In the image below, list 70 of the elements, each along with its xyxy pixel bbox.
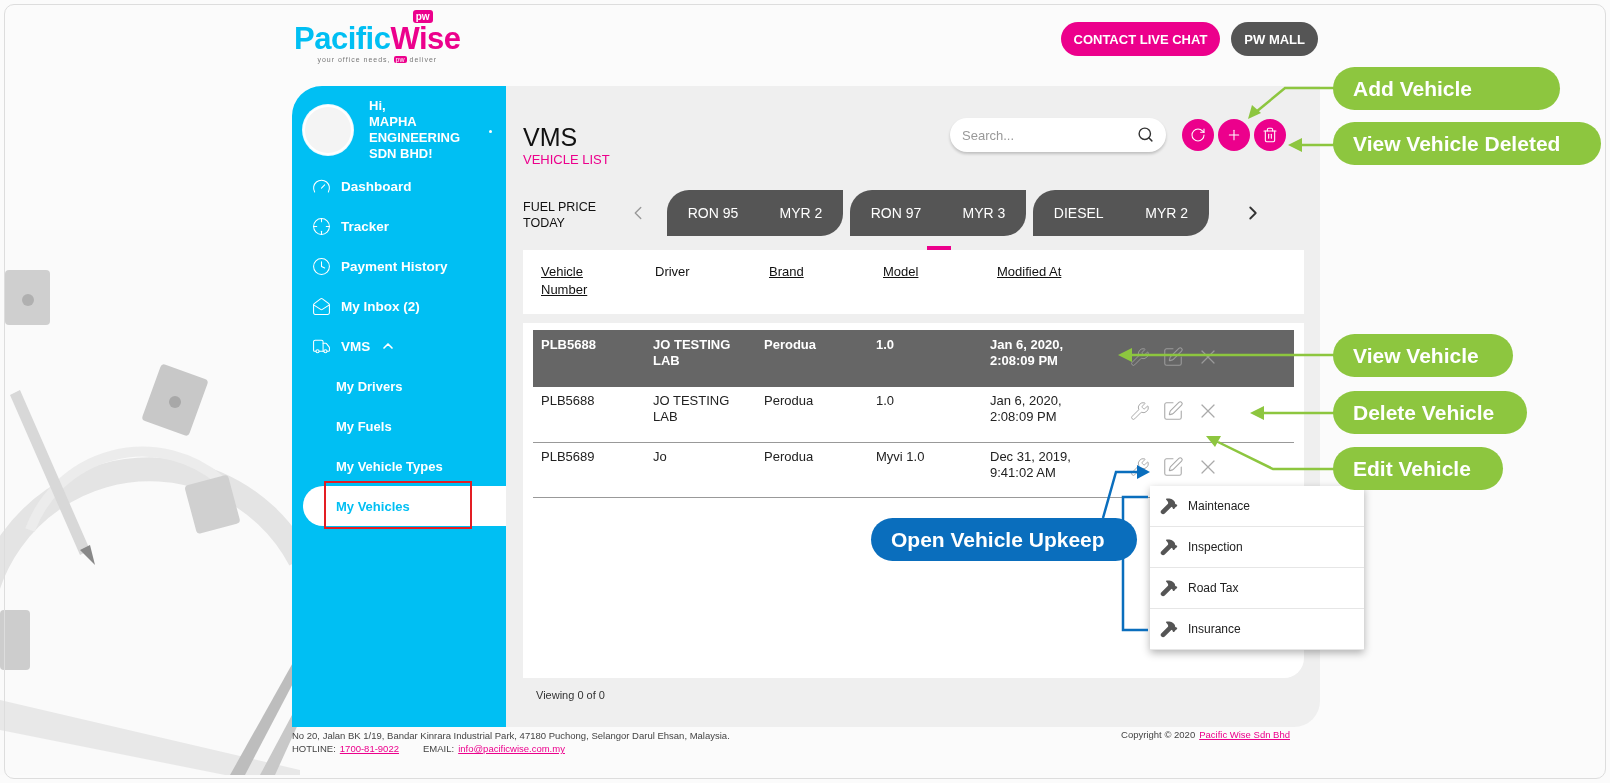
table-cell-text: Perodua bbox=[764, 392, 814, 409]
pointer-arrow bbox=[1101, 465, 1150, 519]
pointer-arrow bbox=[1288, 138, 1334, 152]
column-header[interactable]: Brand bbox=[769, 263, 804, 281]
wrench-icon[interactable] bbox=[1130, 457, 1150, 477]
callout-label: View Vehicle Deleted bbox=[1333, 122, 1601, 165]
column-header: Driver bbox=[655, 263, 690, 281]
nav-icon bbox=[312, 256, 331, 276]
copyright-text: Copyright © 2020 bbox=[1121, 729, 1196, 740]
column-header[interactable]: Vehicle Number bbox=[541, 263, 601, 299]
hammer-icon bbox=[1160, 538, 1178, 556]
hammer-icon bbox=[1160, 620, 1178, 638]
table-cell-text: JO TESTING LAB bbox=[653, 392, 731, 425]
callout-label: Add Vehicle bbox=[1333, 67, 1560, 110]
pagination-status: Viewing 0 of 0 bbox=[535, 689, 605, 701]
table-row[interactable]: PLB5688 JO TESTING LAB Perodua 1.0 Jan 6, 2020, 2:08:09 PM bbox=[533, 330, 1294, 387]
fuel-price-tab[interactable]: DIESEL MYR 2 bbox=[1033, 190, 1209, 236]
menu-item[interactable]: Road Tax bbox=[1150, 568, 1364, 609]
menu-item[interactable]: Insurance bbox=[1150, 609, 1364, 650]
greeting: Hi, MAPHA ENGINEERING SDN BHD! bbox=[369, 98, 461, 162]
table-cell-text: Jo bbox=[653, 448, 667, 465]
mall-button[interactable]: PW MALL bbox=[1231, 22, 1318, 56]
page-title: VMS bbox=[523, 122, 579, 152]
hammer-icon bbox=[1160, 497, 1178, 515]
trash-icon bbox=[1262, 127, 1278, 143]
company-link[interactable]: Pacific Wise Sdn Bhd bbox=[1199, 729, 1290, 740]
edit-icon[interactable] bbox=[1162, 456, 1184, 478]
hammer-icon bbox=[1160, 579, 1178, 597]
refresh-icon bbox=[1190, 127, 1206, 143]
fuel-price-label: FUEL PRICE TODAY bbox=[523, 199, 598, 231]
table-cell-text: Jan 6, 2020, 2:08:09 PM bbox=[990, 336, 1064, 369]
table-cell-text: 1.0 bbox=[876, 336, 895, 353]
nav-icon bbox=[312, 216, 331, 236]
hotline-label: HOTLINE: bbox=[292, 742, 336, 755]
callout-label: Delete Vehicle bbox=[1333, 391, 1527, 434]
fuel-price-tab[interactable]: RON 95 MYR 2 bbox=[667, 190, 843, 236]
hotline-link[interactable]: 1700-81-9022 bbox=[339, 742, 399, 755]
plus-icon bbox=[1226, 127, 1242, 143]
search-icon bbox=[1137, 126, 1154, 143]
table-cell-text: Jan 6, 2020, 2:08:09 PM bbox=[990, 392, 1063, 425]
refresh-button[interactable] bbox=[1182, 119, 1214, 151]
callout-label: Open Vehicle Upkeep bbox=[871, 518, 1137, 561]
add-button[interactable] bbox=[1218, 119, 1250, 151]
address-text: No 20, Jalan BK 1/19, Bandar Kinrara Industrial Park, 47180 Puchong, Selangor Darul Ehsan, Malaysia. bbox=[292, 729, 730, 742]
page-subtitle: VEHICLE LIST bbox=[523, 152, 610, 167]
table-cell-text: PLB5688 bbox=[541, 336, 596, 353]
table-cell-text: Perodua bbox=[764, 448, 814, 465]
table-cell-text: Dec 31, 2019, 9:41:02 AM bbox=[990, 448, 1072, 481]
table-cell-text: PLB5688 bbox=[541, 392, 595, 409]
dropdown-icon[interactable] bbox=[489, 130, 492, 133]
email-label: EMAIL: bbox=[423, 742, 455, 755]
callout-label: View Vehicle bbox=[1333, 334, 1513, 377]
live-chat-button[interactable]: CONTACT LIVE CHAT bbox=[1060, 22, 1221, 56]
table-cell-text: Myvi 1.0 bbox=[876, 448, 925, 465]
table-cell-text: 1.0 bbox=[876, 392, 895, 409]
nav-icon bbox=[312, 296, 331, 316]
avatar bbox=[303, 105, 353, 155]
email-link[interactable]: info@pacificwise.com.my bbox=[458, 742, 565, 755]
table-cell-text: JO TESTING LAB bbox=[653, 336, 732, 369]
wrench-icon[interactable] bbox=[1130, 347, 1150, 367]
edit-icon[interactable] bbox=[1162, 346, 1184, 368]
table-cell-text: PLB5689 bbox=[541, 448, 595, 465]
search-field[interactable]: Search... bbox=[950, 118, 1166, 152]
column-header[interactable]: Modified At bbox=[997, 263, 1062, 281]
table-cell-text: Perodua bbox=[764, 336, 816, 353]
callout-label: Edit Vehicle bbox=[1333, 447, 1503, 490]
menu-item[interactable]: Inspection bbox=[1150, 527, 1364, 568]
trash-button[interactable] bbox=[1254, 119, 1286, 151]
column-header[interactable]: Model bbox=[883, 263, 919, 281]
edit-icon[interactable] bbox=[1162, 400, 1184, 422]
